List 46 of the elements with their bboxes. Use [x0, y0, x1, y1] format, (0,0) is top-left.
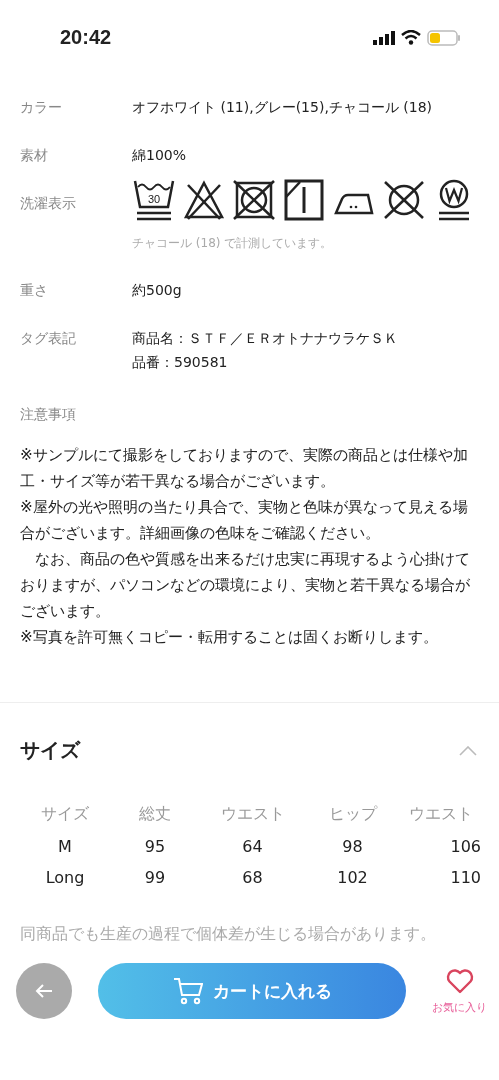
battery-icon — [427, 29, 461, 46]
section-title: サイズ — [20, 737, 80, 764]
heart-icon — [445, 967, 474, 994]
column-header: 総丈 — [138, 804, 172, 825]
crossed-dryer-icon — [232, 177, 276, 223]
signal-icon — [373, 30, 395, 45]
line-dry-icon — [282, 177, 326, 223]
column-header: ヒップ — [327, 804, 379, 825]
wifi-icon — [401, 30, 421, 45]
spec-value: 品番：590581 — [132, 354, 229, 372]
spec-value: 商品名：ＳＴＦ／ＥＲオトナナウラケＳＫ — [132, 330, 399, 348]
table-cell-text: 102 — [336, 868, 369, 887]
cart-icon — [172, 977, 203, 1005]
spec-label: カラー — [20, 99, 63, 117]
table-cell-text: M — [57, 837, 73, 856]
table-cell-text: 95 — [143, 837, 167, 856]
table-cell-text: 106 — [449, 837, 481, 856]
column-header: サイズ — [40, 804, 90, 825]
notes-paragraph: ※屋外の光や照明の当たり具合で、実物と色味が異なって見える場合がございます。詳細画像の色味をご確認ください。 — [20, 497, 469, 544]
care-caption: チャコール (18) で計測しています。 — [132, 235, 334, 252]
notes-paragraph: ※写真を許可無くコピー・転用することは固くお断りします。 — [20, 627, 439, 648]
column-header: ウエスト — [407, 804, 474, 825]
back-button[interactable] — [16, 963, 72, 1019]
spec-value: オフホワイト (11),グレー(15),チャコール (18) — [132, 99, 433, 117]
spec-label: 素材 — [20, 147, 49, 165]
chevron-up-icon[interactable] — [459, 745, 477, 756]
notes-paragraph: なお、商品の色や質感を出来るだけ忠実に再現するよう心掛けておりますが、パソコンなどの環境により、実物と若干異なる場合がございます。 — [20, 549, 471, 622]
table-cell-text: 110 — [449, 868, 481, 887]
table-cell-text: 68 — [241, 868, 264, 887]
status-time: 20:42 — [60, 26, 112, 49]
spec-value: 綿100% — [132, 147, 188, 165]
size-footnote: 同商品でも生産の過程で個体差が生じる場合があります。 — [20, 924, 437, 945]
spec-label: 洗濯表示 — [20, 195, 77, 213]
spec-value: 約500g — [132, 282, 183, 300]
table-cell-text: Long — [44, 868, 86, 887]
table-cell-text: 99 — [143, 868, 167, 887]
back-arrow-icon — [35, 983, 53, 999]
notes-paragraph: ※サンプルにて撮影をしておりますので、実際の商品とは仕様や加工・サイズ等が若干異なる場合がございます。 — [20, 445, 469, 492]
add-to-cart-button[interactable]: カートに入れる — [98, 963, 406, 1019]
spec-label: タグ表記 — [20, 330, 77, 348]
column-header: ウエスト — [219, 804, 286, 825]
spec-label: 重さ — [20, 282, 49, 300]
favorite-button[interactable]: お気に入り — [432, 967, 487, 1015]
table-cell-text: 98 — [341, 837, 364, 856]
notes-title: 注意事項 — [20, 406, 77, 424]
table-cell-text: 64 — [241, 837, 264, 856]
